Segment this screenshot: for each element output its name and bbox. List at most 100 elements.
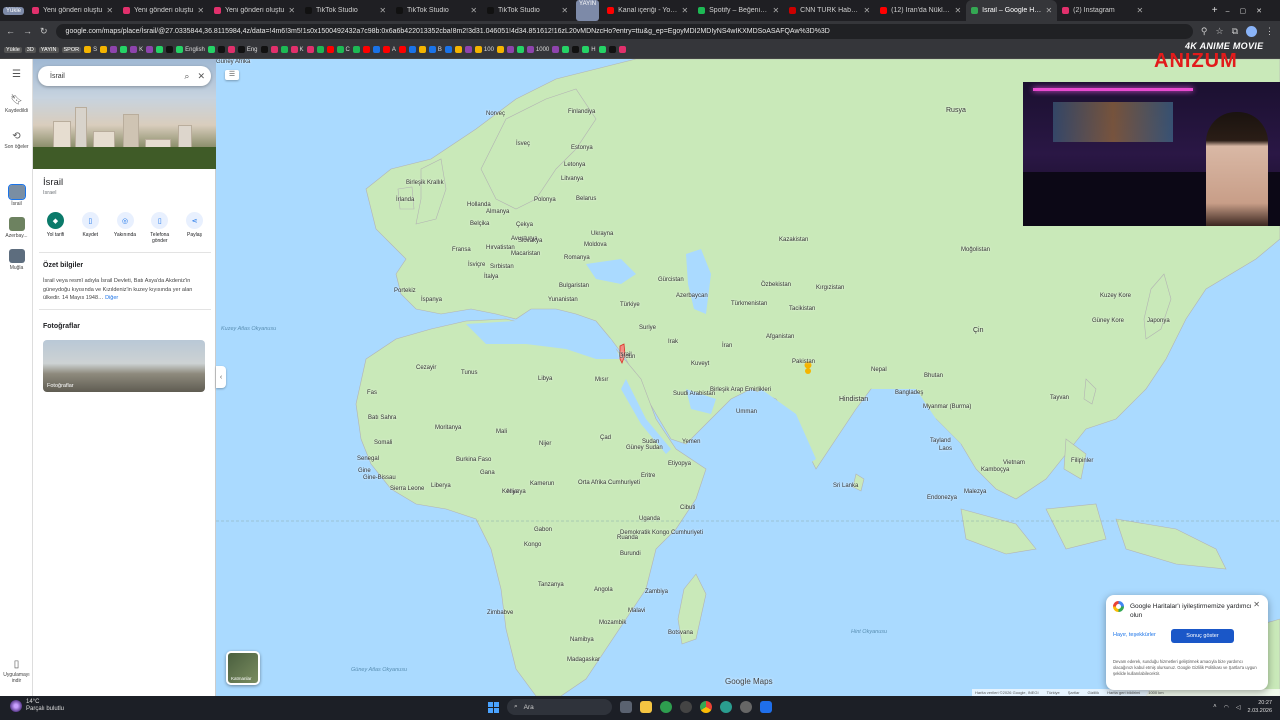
country-label[interactable]: Kamboçya — [981, 467, 1009, 473]
bookmark-favicon[interactable] — [352, 46, 360, 53]
bookmark-item[interactable]: YAYIN — [38, 46, 59, 53]
map-menu-toggle[interactable]: ☰ — [225, 70, 239, 80]
country-label[interactable]: Afganistan — [766, 334, 794, 340]
volume-icon[interactable]: ◁ — [1236, 704, 1241, 711]
clock[interactable]: 20:27 2.03.2026 — [1248, 699, 1272, 715]
bookmark-item[interactable]: C — [336, 46, 350, 53]
country-label[interactable]: Güney Kore — [1092, 318, 1124, 324]
country-label[interactable]: Finlandiya — [568, 109, 595, 115]
country-label[interactable]: Çin — [973, 327, 984, 334]
close-icon[interactable]: ✕ — [379, 6, 386, 15]
country-label[interactable]: İrlanda — [396, 197, 414, 203]
country-label[interactable]: Belçika — [470, 221, 489, 227]
show-survey-button[interactable]: Sonuç göster — [1171, 629, 1234, 643]
country-label[interactable]: Nepal — [871, 367, 887, 373]
country-label[interactable]: Suriye — [639, 325, 656, 331]
close-icon[interactable]: ✕ — [681, 6, 688, 15]
country-label[interactable]: Çad — [600, 435, 611, 441]
country-label[interactable]: Tunus — [461, 370, 477, 376]
browser-tab[interactable]: TikTok Studio ✕ — [482, 0, 573, 21]
rail-recent-mugla[interactable]: Muğla — [0, 249, 33, 271]
layers-button[interactable]: Katmanlar — [226, 651, 260, 685]
bookmark-item[interactable]: S — [84, 46, 97, 53]
bookmark-item[interactable]: English — [176, 46, 205, 53]
bookmark-item[interactable]: H — [582, 46, 596, 53]
country-label[interactable]: Moğolistan — [961, 247, 990, 253]
country-label[interactable]: Cibuti — [680, 505, 695, 511]
weather-widget[interactable]: 14°C Parçalı bulutlu — [10, 699, 64, 713]
bookmark-favicon[interactable] — [454, 46, 462, 53]
country-label[interactable]: Moldova — [584, 242, 607, 248]
country-label[interactable]: Liberya — [431, 483, 451, 489]
bookmark-favicon[interactable] — [110, 46, 118, 53]
country-label[interactable]: Mısır — [595, 377, 608, 383]
collapse-panel-button[interactable]: ‹ — [216, 366, 226, 388]
menu-icon[interactable]: ☰ — [0, 69, 33, 82]
country-label[interactable]: Burkina Faso — [456, 457, 491, 463]
country-label[interactable]: Yunanistan — [548, 297, 578, 303]
country-label[interactable]: Namibya — [570, 637, 594, 643]
country-label[interactable]: Irak — [668, 339, 678, 345]
country-label[interactable]: Umman — [736, 409, 757, 415]
bookmark-favicon[interactable] — [316, 46, 324, 53]
country-label[interactable]: Gürcistan — [658, 277, 684, 283]
bookmark-favicon[interactable] — [496, 46, 504, 53]
country-label[interactable]: Kırgızistan — [816, 285, 844, 291]
attribution-link[interactable]: Gizlilik — [1088, 690, 1100, 695]
country-label[interactable]: Japonya — [1147, 318, 1170, 324]
settings-icon[interactable] — [680, 701, 692, 713]
country-label[interactable]: İtalya — [484, 274, 498, 280]
country-label[interactable]: Orta Afrika Cumhuriyeti — [578, 480, 640, 486]
country-label[interactable]: Kuveyt — [691, 361, 709, 367]
country-label[interactable]: Angola — [594, 587, 613, 593]
bookmark-favicon[interactable] — [608, 46, 616, 53]
bookmark-item[interactable]: 3D — [24, 46, 36, 53]
bookmark-favicon[interactable] — [306, 46, 314, 53]
zoom-icon[interactable]: ⚲ — [1201, 26, 1208, 37]
country-label[interactable]: Tacikistan — [789, 306, 815, 312]
start-icon[interactable] — [488, 701, 499, 713]
country-label[interactable]: Libya — [538, 376, 552, 382]
search-input[interactable]: İsrail — [50, 73, 176, 80]
country-label[interactable]: Gine — [358, 468, 371, 474]
country-label[interactable]: Somali — [374, 440, 392, 446]
bookmark-item[interactable]: B — [428, 46, 442, 53]
country-label[interactable]: Macaristan — [511, 251, 540, 257]
country-label[interactable]: Portekiz — [394, 288, 416, 294]
bookmark-favicon[interactable] — [372, 46, 380, 53]
bookmark-favicon[interactable] — [398, 46, 406, 53]
bookmark-star-icon[interactable]: ☆ — [1215, 26, 1223, 37]
bookmark-favicon[interactable] — [326, 46, 334, 53]
bookmark-favicon[interactable] — [207, 46, 215, 53]
country-label[interactable]: Fransa — [452, 247, 471, 253]
rail-saved[interactable]: 🔖︎ Kaydedildi — [0, 95, 33, 114]
bookmark-favicon[interactable] — [217, 46, 225, 53]
close-icon[interactable]: ✕ — [772, 6, 779, 15]
bookmark-item[interactable]: Yükle — [4, 46, 22, 53]
country-label[interactable]: İsviçre — [468, 262, 485, 268]
chevron-up-icon[interactable]: ˄ — [1213, 704, 1217, 710]
app-icon[interactable] — [720, 701, 732, 713]
attribution-link[interactable]: Harita geri bildirimi — [1107, 690, 1140, 695]
xbox-icon[interactable] — [660, 701, 672, 713]
country-label[interactable]: Birleşik Arap Emirlikleri — [710, 387, 771, 393]
country-label[interactable]: Zambiya — [645, 589, 668, 595]
save-button[interactable]: ▯ Kaydet — [74, 212, 107, 244]
country-label[interactable]: Türkmenistan — [731, 301, 767, 307]
country-label[interactable]: Birleşik Krallık — [406, 180, 444, 186]
more-link[interactable]: Diğer — [105, 295, 118, 301]
bookmark-favicon[interactable] — [166, 46, 174, 53]
country-label[interactable]: Kazakistan — [779, 237, 808, 243]
attribution-link[interactable]: 1000 km — [1148, 690, 1163, 695]
rail-recent-israel[interactable]: İsrail — [0, 184, 33, 207]
close-icon[interactable]: ✕ — [106, 6, 113, 15]
bookmark-favicon[interactable] — [270, 46, 278, 53]
send-to-phone-button[interactable]: ▯ Telefona gönder — [143, 212, 176, 244]
country-label[interactable]: Bulgaristan — [559, 283, 589, 289]
close-icon[interactable]: ✕ — [1045, 6, 1052, 15]
country-label[interactable]: Gana — [480, 470, 495, 476]
new-tab-button[interactable]: + — [1212, 5, 1218, 16]
country-label[interactable]: Bhutan — [924, 373, 943, 379]
country-label[interactable]: Sırbistan — [490, 264, 514, 270]
close-icon[interactable]: ✕ — [1136, 6, 1143, 15]
